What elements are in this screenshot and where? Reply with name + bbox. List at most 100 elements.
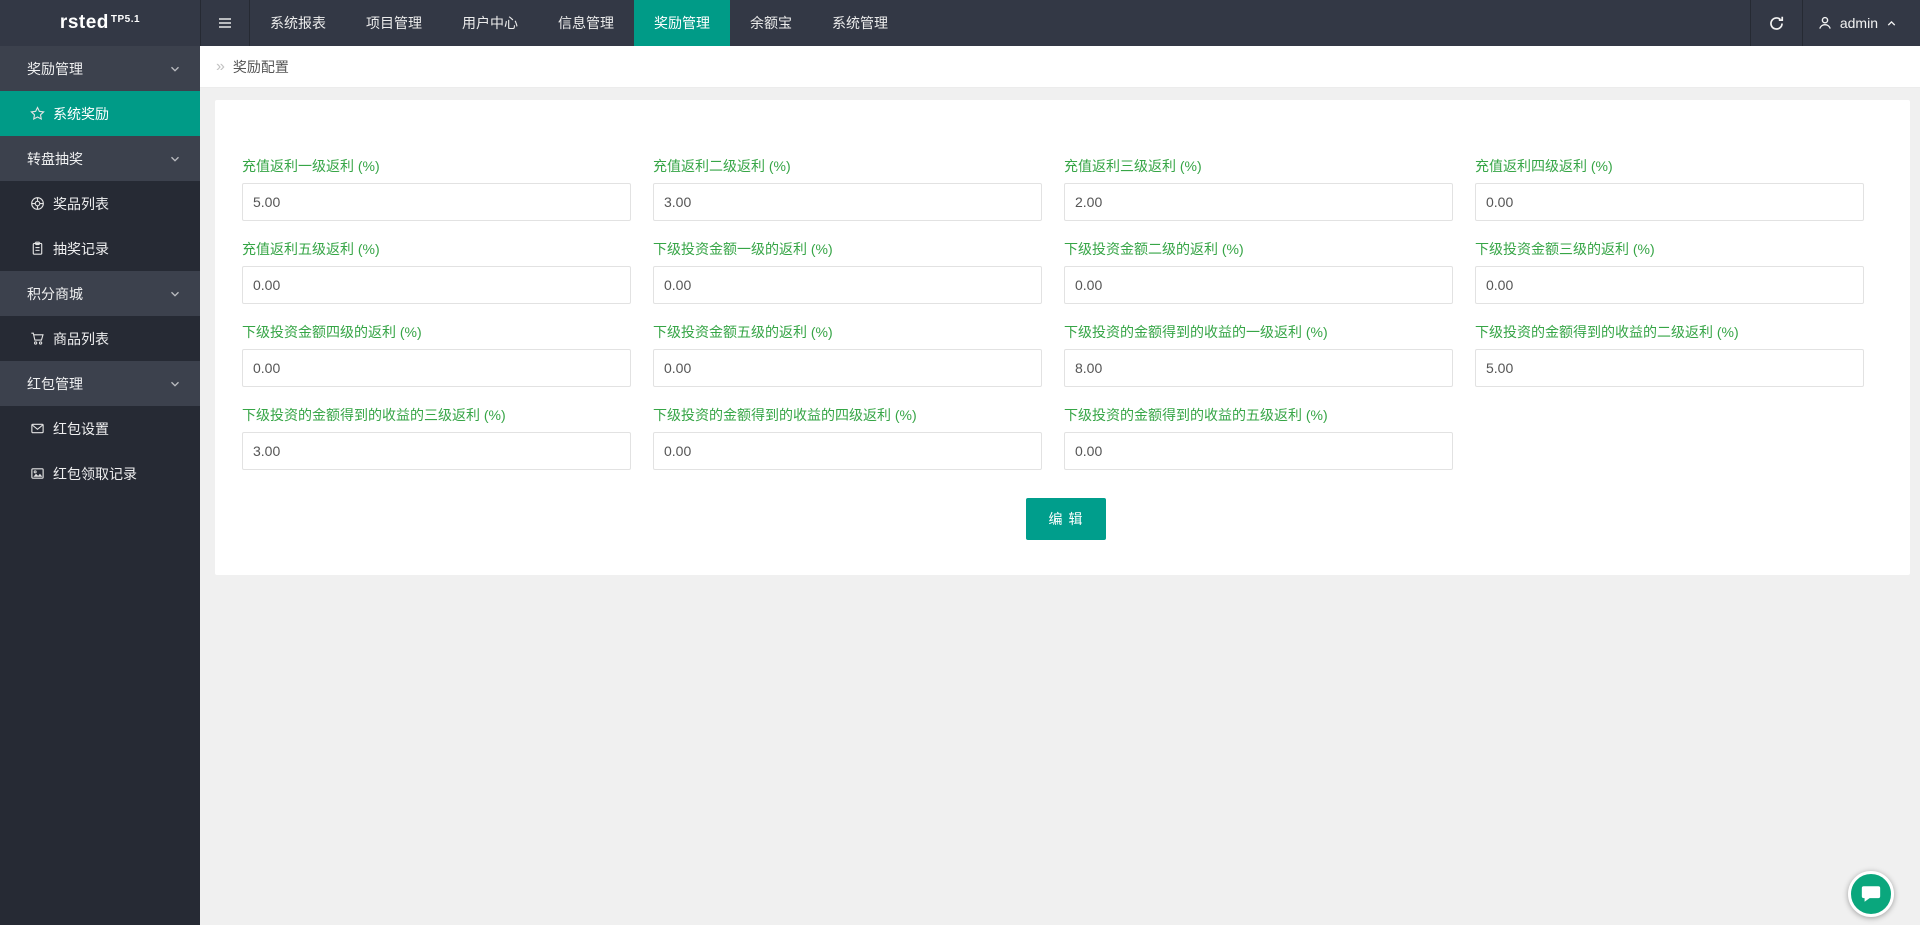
form-field-recharge-rebate-l3: 充值返利三级返利 (%) (1064, 156, 1475, 221)
sidebar-group-label: 积分商城 (27, 284, 83, 304)
form-field-invest-amount-rebate-l1: 下级投资金额一级的返利 (%) (653, 239, 1064, 304)
form-field-invest-amount-rebate-l4: 下级投资金额四级的返利 (%) (242, 322, 653, 387)
user-icon (1817, 15, 1833, 31)
edit-button[interactable]: 编 辑 (1026, 498, 1107, 540)
chevron-down-icon (168, 287, 182, 301)
field-input[interactable] (1475, 349, 1864, 387)
sidebar-group-wheel-lottery[interactable]: 转盘抽奖 (0, 136, 200, 181)
field-label: 充值返利二级返利 (%) (653, 156, 1064, 176)
form-field-recharge-rebate-l1: 充值返利一级返利 (%) (242, 156, 653, 221)
field-input[interactable] (242, 432, 631, 470)
field-label: 下级投资的金额得到的收益的二级返利 (%) (1475, 322, 1886, 342)
field-label: 下级投资的金额得到的收益的三级返利 (%) (242, 405, 653, 425)
sidebar-group-label: 转盘抽奖 (27, 149, 83, 169)
form-field-recharge-rebate-l4: 充值返利四级返利 (%) (1475, 156, 1886, 221)
form-field-invest-amount-rebate-l3: 下级投资金额三级的返利 (%) (1475, 239, 1886, 304)
cart-icon (30, 331, 45, 346)
sidebar-item-label: 红包设置 (53, 419, 109, 439)
field-input[interactable] (1064, 432, 1453, 470)
field-input[interactable] (1475, 266, 1864, 304)
breadcrumb: » 奖励配置 (200, 46, 1920, 88)
chat-bubble-icon (1860, 883, 1882, 905)
form-field-invest-profit-rebate-l4: 下级投资的金额得到的收益的四级返利 (%) (653, 405, 1064, 470)
envelope-icon (30, 421, 45, 436)
chevron-down-icon (168, 152, 182, 166)
nav-tab-reward-mgmt[interactable]: 奖励管理 (634, 0, 730, 46)
form-field-invest-profit-rebate-l5: 下级投资的金额得到的收益的五级返利 (%) (1064, 405, 1475, 470)
field-input[interactable] (653, 266, 1042, 304)
nav-tab-yuebao[interactable]: 余额宝 (730, 0, 812, 46)
nav-tab-user-center[interactable]: 用户中心 (442, 0, 538, 46)
breadcrumb-arrow-icon: » (216, 58, 225, 76)
clipboard-icon (30, 241, 45, 256)
page-title: 奖励配置 (233, 57, 289, 77)
field-input[interactable] (1064, 266, 1453, 304)
sidebar-item-label: 奖品列表 (53, 194, 109, 214)
sidebar-group-redpacket-mgmt[interactable]: 红包管理 (0, 361, 200, 406)
sidebar-group-label: 奖励管理 (27, 59, 83, 79)
admin-menu[interactable]: admin (1802, 0, 1920, 46)
refresh-button[interactable] (1750, 0, 1802, 46)
top-nav-tabs: 系统报表 项目管理 用户中心 信息管理 奖励管理 余额宝 系统管理 (250, 0, 908, 46)
chevron-down-icon (168, 377, 182, 391)
navbar-right-area: admin (1750, 0, 1920, 46)
field-label: 下级投资的金额得到的收益的五级返利 (%) (1064, 405, 1475, 425)
field-label: 下级投资金额二级的返利 (%) (1064, 239, 1475, 259)
sidebar-group-label: 红包管理 (27, 374, 83, 394)
field-label: 下级投资金额五级的返利 (%) (653, 322, 1064, 342)
reward-config-card: 充值返利一级返利 (%) 充值返利二级返利 (%) 充值返利三级返利 (%) 充… (215, 100, 1910, 575)
field-input[interactable] (242, 266, 631, 304)
field-label: 下级投资的金额得到的收益的四级返利 (%) (653, 405, 1064, 425)
nav-tab-system-report[interactable]: 系统报表 (250, 0, 346, 46)
wheel-icon (30, 196, 45, 211)
nav-tab-project-mgmt[interactable]: 项目管理 (346, 0, 442, 46)
form-field-invest-amount-rebate-l2: 下级投资金额二级的返利 (%) (1064, 239, 1475, 304)
sidebar-item-label: 抽奖记录 (53, 239, 109, 259)
sidebar-group-reward-mgmt[interactable]: 奖励管理 (0, 46, 200, 91)
picture-icon (30, 466, 45, 481)
sidebar-item-prize-list[interactable]: 奖品列表 (0, 181, 200, 226)
field-label: 下级投资的金额得到的收益的一级返利 (%) (1064, 322, 1475, 342)
main-content: » 奖励配置 充值返利一级返利 (%) 充值返利二级返利 (%) 充值返利三级返… (200, 46, 1920, 925)
logo-text: rsted (60, 12, 109, 34)
sidebar-toggle-button[interactable] (200, 0, 250, 46)
sidebar-item-redpacket-settings[interactable]: 红包设置 (0, 406, 200, 451)
field-input[interactable] (1064, 349, 1453, 387)
sidebar-item-label: 商品列表 (53, 329, 109, 349)
sidebar-item-redpacket-claim-records[interactable]: 红包领取记录 (0, 451, 200, 496)
field-input[interactable] (653, 432, 1042, 470)
nav-tab-system-mgmt[interactable]: 系统管理 (812, 0, 908, 46)
star-icon (30, 106, 45, 121)
field-input[interactable] (653, 183, 1042, 221)
field-label: 充值返利四级返利 (%) (1475, 156, 1886, 176)
field-label: 下级投资金额一级的返利 (%) (653, 239, 1064, 259)
sidebar-item-system-reward[interactable]: 系统奖励 (0, 91, 200, 136)
reward-config-form: 充值返利一级返利 (%) 充值返利二级返利 (%) 充值返利三级返利 (%) 充… (242, 156, 1890, 488)
form-field-recharge-rebate-l2: 充值返利二级返利 (%) (653, 156, 1064, 221)
field-input[interactable] (1064, 183, 1453, 221)
chevron-down-icon (168, 62, 182, 76)
field-label: 下级投资金额四级的返利 (%) (242, 322, 653, 342)
form-field-invest-profit-rebate-l2: 下级投资的金额得到的收益的二级返利 (%) (1475, 322, 1886, 387)
form-field-invest-amount-rebate-l5: 下级投资金额五级的返利 (%) (653, 322, 1064, 387)
field-label: 下级投资金额三级的返利 (%) (1475, 239, 1886, 259)
sidebar-group-points-mall[interactable]: 积分商城 (0, 271, 200, 316)
logo-version-badge: TP5.1 (111, 14, 140, 25)
hamburger-icon (217, 15, 233, 31)
form-field-recharge-rebate-l5: 充值返利五级返利 (%) (242, 239, 653, 304)
field-input[interactable] (242, 349, 631, 387)
form-field-invest-profit-rebate-l1: 下级投资的金额得到的收益的一级返利 (%) (1064, 322, 1475, 387)
field-input[interactable] (1475, 183, 1864, 221)
field-input[interactable] (653, 349, 1042, 387)
field-input[interactable] (242, 183, 631, 221)
chevron-up-icon (1885, 17, 1898, 30)
field-label: 充值返利三级返利 (%) (1064, 156, 1475, 176)
app-logo: rstedTP5.1 (0, 0, 200, 46)
admin-username: admin (1840, 15, 1878, 31)
sidebar: 奖励管理 系统奖励 转盘抽奖 奖品列表 抽奖记录 积分商城 商品列表 红包管理 … (0, 46, 200, 925)
sidebar-item-goods-list[interactable]: 商品列表 (0, 316, 200, 361)
nav-tab-info-mgmt[interactable]: 信息管理 (538, 0, 634, 46)
sidebar-item-lottery-records[interactable]: 抽奖记录 (0, 226, 200, 271)
form-actions: 编 辑 (242, 498, 1890, 540)
customer-service-fab[interactable] (1848, 871, 1894, 917)
